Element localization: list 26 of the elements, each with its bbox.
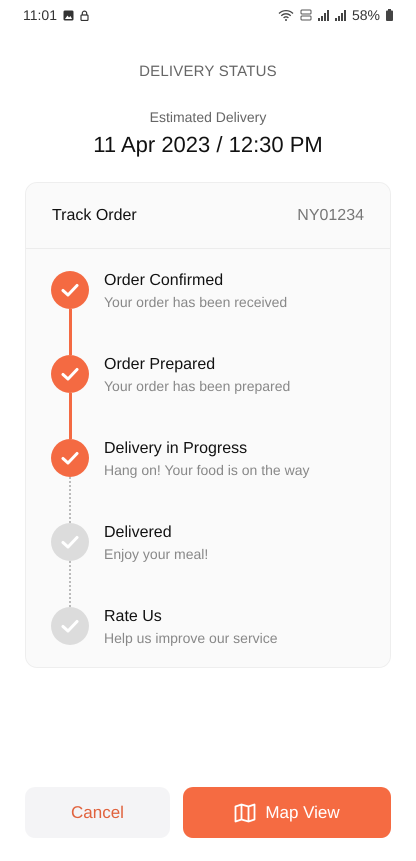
battery-percent: 58%: [352, 7, 380, 23]
step-subtitle: Your order has been received: [104, 294, 288, 310]
step-subtitle: Enjoy your meal!: [104, 546, 208, 562]
battery-icon: [386, 9, 393, 21]
cancel-button[interactable]: Cancel: [25, 787, 170, 838]
step-subtitle: Your order has been prepared: [104, 378, 290, 394]
step-subtitle: Help us improve our service: [104, 630, 278, 646]
lock-icon: [80, 10, 89, 20]
clock-time: 11:01: [23, 7, 57, 23]
map-icon: [234, 802, 256, 822]
step-title: Order Prepared: [104, 356, 216, 374]
order-id: NY01234: [297, 206, 364, 224]
signal-icon: [318, 10, 329, 20]
signal-icon: [334, 10, 346, 20]
step-title: Delivered: [104, 524, 173, 542]
card-title: Track Order: [52, 206, 137, 224]
step-title: Rate Us: [104, 608, 163, 626]
step-title: Delivery in Progress: [104, 440, 248, 458]
step-subtitle: Hang on! Your food is on the way: [104, 462, 310, 478]
page-title: DELIVERY STATUS: [139, 63, 277, 80]
map-view-button[interactable]: Map View: [183, 787, 391, 838]
estimate-label: Estimated Delivery: [150, 109, 266, 125]
step-title: Order Confirmed: [104, 272, 224, 290]
wifi-icon: [278, 9, 294, 21]
image-icon: [63, 10, 74, 20]
delivery-date: 11 Apr 2023 / 12:30 PM: [93, 132, 323, 158]
